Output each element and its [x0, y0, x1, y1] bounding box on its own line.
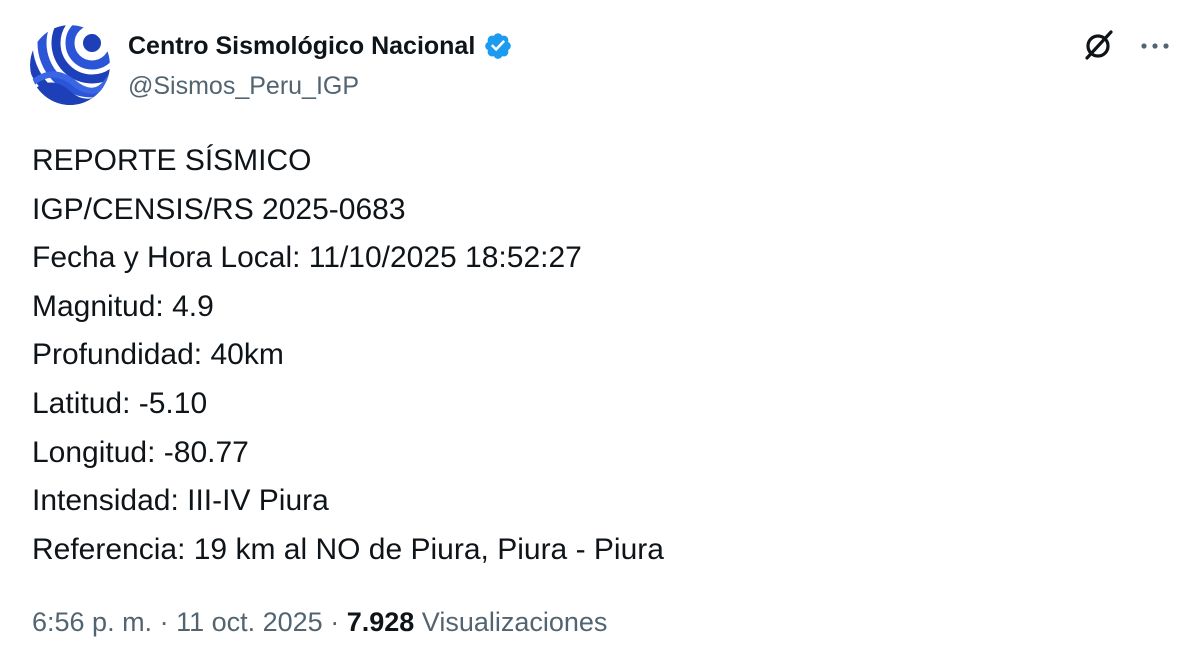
tweet-time[interactable]: 6:56 p. m. — [32, 607, 152, 637]
tweet-meta: 6:56 p. m. · 11 oct. 2025 · 7.928 Visual… — [32, 602, 607, 642]
author-name-row[interactable]: Centro Sismológico Nacional — [128, 28, 513, 64]
tweet-date[interactable]: 11 oct. 2025 — [176, 607, 323, 637]
grok-icon[interactable] — [1082, 28, 1116, 62]
tweet-line-datetime: Fecha y Hora Local: 11/10/2025 18:52:27 — [32, 241, 582, 275]
author-handle[interactable]: @Sismos_Peru_IGP — [128, 70, 359, 102]
tweet-text: REPORTE SÍSMICO IGP/CENSIS/RS 2025-0683 … — [32, 137, 1162, 574]
tweet-line-intensity: Intensidad: III-IV Piura — [32, 484, 329, 518]
tweet-line-longitude: Longitud: -80.77 — [32, 435, 249, 469]
views-label: Visualizaciones — [421, 607, 608, 637]
author-display-name[interactable]: Centro Sismológico Nacional — [128, 28, 475, 64]
more-horizontal-icon[interactable] — [1138, 30, 1172, 60]
seismic-logo-icon — [30, 25, 110, 105]
author-avatar[interactable] — [30, 25, 110, 105]
verified-badge-icon[interactable] — [483, 31, 513, 61]
tweet-line-magnitude: Magnitud: 4.9 — [32, 289, 214, 323]
tweet-line-report-id: IGP/CENSIS/RS 2025-0683 — [32, 192, 406, 226]
tweet-line-reference: Referencia: 19 km al NO de Piura, Piura … — [32, 532, 664, 566]
views-count: 7.928 — [346, 607, 415, 637]
meta-separator: · — [322, 607, 347, 637]
tweet-line-depth: Profundidad: 40km — [32, 338, 284, 372]
meta-separator: · — [152, 607, 177, 637]
tweet-line-latitude: Latitud: -5.10 — [32, 386, 208, 420]
tweet-line-title: REPORTE SÍSMICO — [32, 144, 312, 177]
